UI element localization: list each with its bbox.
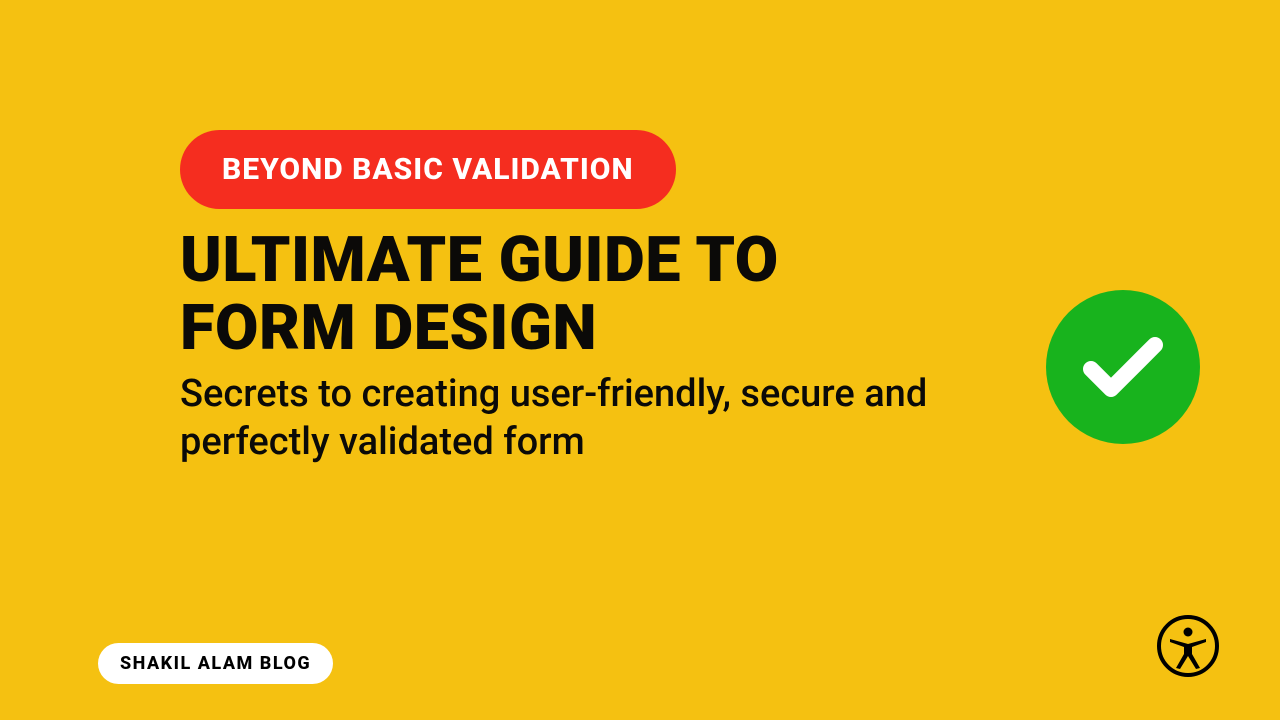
accessibility-button[interactable] bbox=[1156, 616, 1220, 680]
author-chip: SHAKIL ALAM BLOG bbox=[98, 643, 333, 684]
hero-title: ULTIMATE GUIDE TO FORM DESIGN bbox=[180, 227, 960, 363]
checkmark-icon bbox=[1075, 317, 1171, 417]
hero-subtitle: Secrets to creating user-friendly, secur… bbox=[180, 371, 960, 466]
check-badge bbox=[1046, 290, 1200, 444]
accessibility-icon bbox=[1156, 614, 1220, 682]
hero-content: BEYOND BASIC VALIDATION ULTIMATE GUIDE T… bbox=[180, 130, 960, 466]
kicker-pill: BEYOND BASIC VALIDATION bbox=[180, 130, 676, 209]
